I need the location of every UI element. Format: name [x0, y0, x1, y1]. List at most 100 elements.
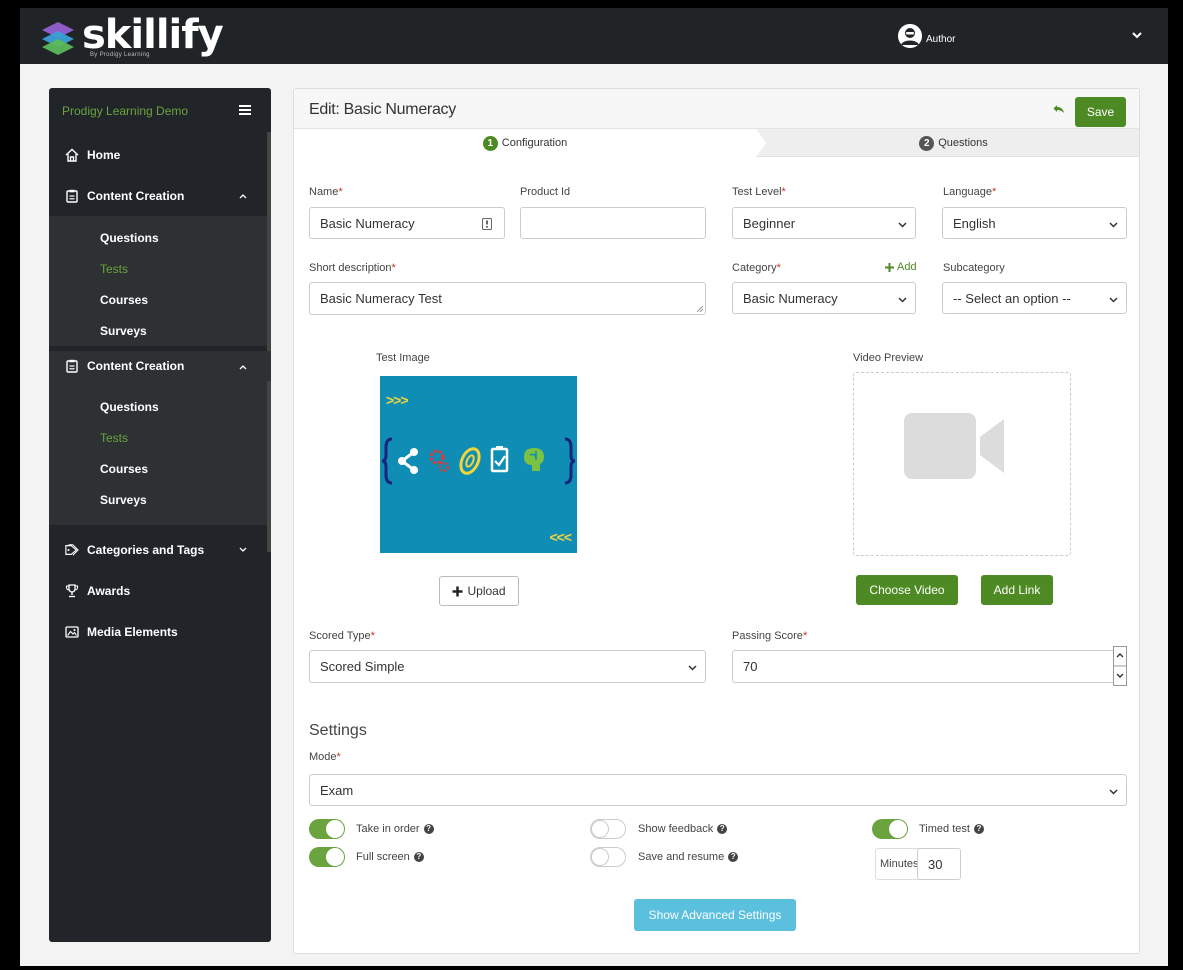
sidebar-header: Prodigy Learning Demo [49, 88, 271, 134]
sidebar-item-questions[interactable]: Questions [49, 222, 271, 253]
toggle-label: Take in order [356, 823, 420, 835]
subcategory-value: -- Select an option -- [953, 290, 1071, 306]
chevron-down-icon [688, 665, 697, 671]
sidebar-item-label: Home [87, 147, 121, 162]
language-label-text: Language [943, 186, 992, 198]
take-in-order-label: Take in order? [356, 823, 434, 835]
video-camera-icon [904, 413, 1004, 479]
toggle-label: Show feedback [638, 823, 714, 835]
sidebar-item-surveys[interactable]: Surveys [49, 484, 271, 515]
toggle-label: Save and resume [638, 851, 725, 863]
logo[interactable]: skillify By Prodigy Learning [40, 15, 224, 58]
add-category-button[interactable]: Add [884, 261, 917, 273]
category-value: Basic Numeracy [743, 290, 838, 306]
product-id-label: Product Id [520, 186, 571, 198]
language-label: Language* [943, 186, 996, 198]
choose-video-button[interactable]: Choose Video [856, 575, 958, 605]
plus-icon [885, 262, 894, 272]
show-advanced-settings-button[interactable]: Show Advanced Settings [634, 899, 796, 931]
help-icon[interactable]: ? [413, 852, 424, 862]
chevron-down-icon[interactable] [1132, 30, 1142, 40]
upload-button[interactable]: Upload [439, 576, 519, 606]
language-select[interactable]: English [942, 207, 1127, 239]
mode-label: Mode* [309, 751, 341, 763]
chevron-down-icon [1109, 789, 1118, 795]
subcategory-select[interactable]: -- Select an option -- [942, 282, 1127, 314]
category-select[interactable]: Basic Numeracy [732, 282, 916, 314]
sidebar-item-label: Awards [87, 583, 131, 598]
product-id-field[interactable] [520, 207, 706, 239]
show-feedback-toggle[interactable] [590, 819, 626, 839]
sidebar-submenu: Questions Tests Courses Surveys [49, 381, 271, 525]
required-mark: * [802, 630, 808, 642]
sidebar-item-label: Categories and Tags [87, 542, 205, 557]
user-name: Author [926, 33, 956, 45]
chevron-down-icon [898, 222, 907, 228]
scored-type-select[interactable]: Scored Simple [309, 650, 706, 683]
sidebar-item-home[interactable]: Home [49, 134, 271, 175]
sidebar-item-categories-and-tags[interactable]: Categories and Tags [49, 529, 271, 570]
language-value: English [953, 215, 996, 231]
sidebar-item-tests[interactable]: Tests [49, 253, 271, 284]
logo-icon [42, 22, 74, 55]
sidebar-item-content-creation[interactable]: Content Creation [49, 351, 271, 381]
app-frame: skillify By Prodigy Learning Author Prod… [20, 8, 1168, 966]
required-mark: * [991, 186, 997, 198]
help-icon[interactable]: ? [973, 824, 984, 834]
timed-test-label: Timed test? [919, 823, 984, 835]
mode-select[interactable]: Exam [309, 774, 1127, 806]
sidebar-item-questions[interactable]: Questions [49, 391, 271, 422]
save-button[interactable]: Save [1075, 97, 1126, 127]
category-label-text: Category [732, 262, 777, 274]
undo-icon[interactable] [1052, 102, 1066, 116]
hamburger-menu-icon[interactable] [239, 105, 251, 115]
video-preview-label: Video Preview [853, 352, 924, 364]
take-in-order-toggle[interactable] [309, 819, 345, 839]
short-description-value: Basic Numeracy Test [320, 291, 442, 306]
full-screen-toggle[interactable] [309, 847, 345, 867]
user-menu[interactable]: Author [898, 24, 955, 48]
tab-configuration[interactable]: 1 Configuration [294, 129, 756, 157]
help-icon[interactable]: ? [423, 824, 434, 834]
help-icon[interactable]: ? [728, 852, 739, 862]
name-label: Name* [309, 186, 343, 198]
chevron-down-icon [898, 297, 907, 303]
show-feedback-label: Show feedback? [638, 823, 728, 835]
sidebar-item-awards[interactable]: Awards [49, 570, 271, 611]
add-link-button[interactable]: Add Link [981, 575, 1053, 605]
minutes-field[interactable]: 30 [917, 848, 961, 880]
tab-questions[interactable]: 2 Questions [766, 129, 1141, 157]
test-image: >>> <<< [380, 376, 577, 553]
sidebar-item-courses[interactable]: Courses [49, 284, 271, 315]
timed-test-toggle[interactable] [872, 819, 908, 839]
logo-subtext: By Prodigy Learning [90, 52, 150, 58]
name-field[interactable]: Basic Numeracy [309, 207, 505, 239]
sidebar-item-media-elements[interactable]: Media Elements [49, 611, 271, 652]
mode-value: Exam [320, 782, 354, 798]
sidebar-item-content-creation[interactable]: Content Creation [49, 175, 271, 216]
sidebar-submenu: Questions Tests Courses Surveys [49, 216, 271, 351]
clipboard-icon [65, 189, 79, 203]
chevron-down-icon [239, 547, 247, 552]
required-mark: * [336, 751, 341, 763]
image-gallery-icon [65, 625, 79, 639]
sidebar-item-tests[interactable]: Tests [49, 422, 271, 453]
sidebar-item-label: Media Elements [87, 624, 178, 639]
help-icon[interactable]: ? [717, 824, 728, 834]
trophy-icon [65, 583, 79, 598]
passing-score-field[interactable]: 70 [732, 646, 1127, 686]
sidebar-item-courses[interactable]: Courses [49, 453, 271, 484]
short-description-textarea[interactable]: Basic Numeracy Test [309, 282, 706, 315]
image-chevrons-top: >>> [386, 392, 409, 408]
chevron-up-icon [239, 194, 247, 199]
save-and-resume-toggle[interactable] [590, 847, 626, 867]
step-label: Configuration [501, 137, 568, 149]
sidebar-item-surveys[interactable]: Surveys [49, 315, 271, 346]
short-description-label: Short description* [309, 262, 396, 274]
resize-handle-icon[interactable] [697, 306, 703, 312]
test-level-select[interactable]: Beginner [732, 207, 916, 239]
add-category-label: Add [897, 261, 917, 273]
passing-score-label: Passing Score* [732, 630, 807, 642]
subcategory-label: Subcategory [943, 262, 1005, 274]
number-spinner[interactable] [1113, 646, 1127, 686]
